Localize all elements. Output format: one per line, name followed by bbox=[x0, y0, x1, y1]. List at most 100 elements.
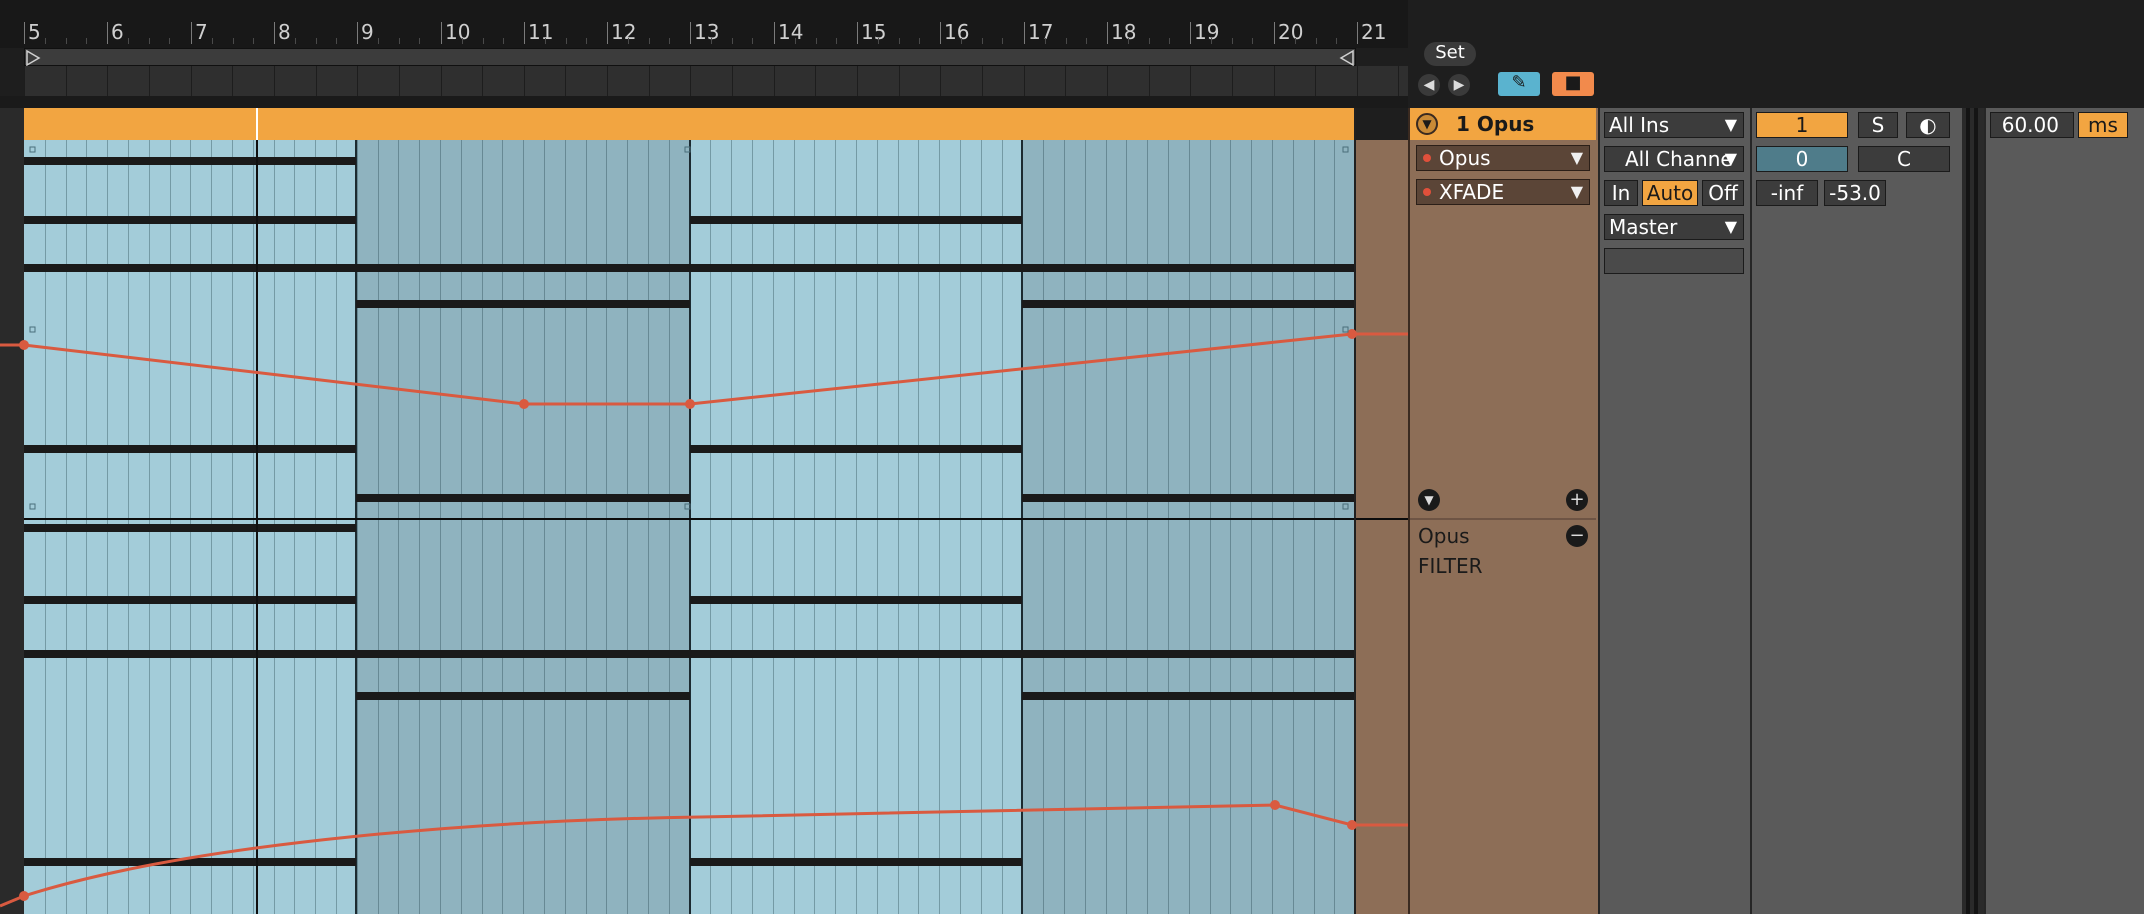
beat-tick bbox=[128, 38, 129, 44]
beat-gridline bbox=[939, 140, 940, 914]
midi-note[interactable] bbox=[1022, 264, 1356, 272]
playhead-line[interactable] bbox=[256, 108, 258, 914]
mixer-panel bbox=[1750, 108, 1962, 914]
playhead-marker[interactable] bbox=[256, 108, 258, 140]
track-fold-icon[interactable]: ▼ bbox=[1416, 113, 1438, 135]
scene-strip bbox=[24, 66, 1408, 96]
bar-number[interactable]: 5 bbox=[28, 20, 41, 44]
bar-number[interactable]: 17 bbox=[1028, 20, 1053, 44]
track-activator-button[interactable]: 1 bbox=[1756, 112, 1848, 138]
bar-number[interactable]: 11 bbox=[528, 20, 553, 44]
midi-note[interactable] bbox=[356, 300, 690, 308]
midi-note[interactable] bbox=[24, 264, 356, 272]
midi-note[interactable] bbox=[690, 216, 1022, 224]
clip-header[interactable] bbox=[24, 108, 1356, 140]
midi-note[interactable] bbox=[356, 692, 690, 700]
bar-number[interactable]: 7 bbox=[195, 20, 208, 44]
monitor-in-button[interactable]: In bbox=[1604, 180, 1638, 206]
midi-note[interactable] bbox=[690, 858, 1022, 866]
bar-number[interactable]: 19 bbox=[1194, 20, 1219, 44]
midi-note[interactable] bbox=[24, 858, 356, 866]
midi-note[interactable] bbox=[356, 494, 690, 502]
bar-tick bbox=[607, 22, 608, 44]
scene-cell-divider bbox=[857, 66, 858, 96]
lock-icon[interactable]: ■ bbox=[1552, 72, 1594, 96]
pencil-icon[interactable]: ✎ bbox=[1498, 72, 1540, 96]
midi-note[interactable] bbox=[1022, 692, 1356, 700]
arrangement-clip-area[interactable] bbox=[24, 140, 1408, 914]
midi-note[interactable] bbox=[24, 445, 356, 453]
monitor-auto-button[interactable]: Auto bbox=[1642, 180, 1698, 206]
beat-tick bbox=[503, 38, 504, 44]
track-delay-value: 60.00 bbox=[2001, 113, 2059, 137]
parameter-chooser[interactable]: XFADE ▼ bbox=[1416, 179, 1590, 205]
automation-lane-divider[interactable] bbox=[24, 518, 1408, 520]
solo-button[interactable]: S bbox=[1858, 112, 1898, 138]
loop-brace[interactable] bbox=[24, 48, 1356, 67]
bar-number[interactable]: 16 bbox=[944, 20, 969, 44]
lane-divider-panel bbox=[1410, 518, 1596, 520]
scene-cell-divider bbox=[732, 66, 733, 96]
beat-tick bbox=[1045, 38, 1046, 44]
beat-tick bbox=[316, 38, 317, 44]
show-lanes-icon[interactable]: ▼ bbox=[1418, 489, 1440, 511]
midi-note[interactable] bbox=[24, 650, 356, 658]
midi-note[interactable] bbox=[24, 596, 356, 604]
bar-number[interactable]: 20 bbox=[1278, 20, 1303, 44]
midi-note[interactable] bbox=[1022, 650, 1356, 658]
midi-note[interactable] bbox=[690, 264, 1022, 272]
set-button[interactable]: Set bbox=[1424, 42, 1476, 66]
beat-tick bbox=[233, 38, 234, 44]
track-title-bar[interactable]: ▼ 1 Opus bbox=[1410, 108, 1596, 140]
bar-number[interactable]: 12 bbox=[611, 20, 636, 44]
scene-cell-divider bbox=[1274, 66, 1275, 96]
bar-number[interactable]: 8 bbox=[278, 20, 291, 44]
bar-number[interactable]: 6 bbox=[111, 20, 124, 44]
bar-number[interactable]: 9 bbox=[361, 20, 374, 44]
record-dot-icon bbox=[1423, 188, 1431, 196]
midi-note[interactable] bbox=[690, 445, 1022, 453]
bar-number[interactable]: 15 bbox=[861, 20, 886, 44]
input-channel-chooser[interactable]: All Channe ▼ bbox=[1604, 146, 1744, 172]
track-name[interactable]: 1 Opus bbox=[1456, 112, 1534, 136]
bar-tick bbox=[357, 22, 358, 44]
midi-note[interactable] bbox=[690, 650, 1022, 658]
arrow-right-icon[interactable]: ▶ bbox=[1448, 74, 1470, 96]
arm-icon[interactable]: ◐ bbox=[1906, 112, 1950, 138]
midi-note[interactable] bbox=[690, 596, 1022, 604]
device-chooser[interactable]: Opus ▼ bbox=[1416, 145, 1590, 171]
scene-cell-divider bbox=[232, 66, 233, 96]
beat-gridline bbox=[898, 140, 899, 914]
remove-lane-icon[interactable]: − bbox=[1566, 525, 1588, 547]
midi-note[interactable] bbox=[356, 264, 690, 272]
input-type-chooser[interactable]: All Ins ▼ bbox=[1604, 112, 1744, 138]
midi-note[interactable] bbox=[24, 524, 356, 532]
midi-note[interactable] bbox=[356, 650, 690, 658]
scene-cell-divider bbox=[1357, 66, 1358, 96]
midi-note[interactable] bbox=[1022, 494, 1356, 502]
output-chooser[interactable]: Master ▼ bbox=[1604, 214, 1744, 240]
bar-number[interactable]: 18 bbox=[1111, 20, 1136, 44]
pan-field[interactable]: C bbox=[1858, 146, 1950, 172]
bar-number[interactable]: 21 bbox=[1361, 20, 1386, 44]
bar-number[interactable]: 10 bbox=[445, 20, 470, 44]
track-delay-unit-button[interactable]: ms bbox=[2078, 112, 2128, 138]
scene-cell-divider bbox=[1065, 66, 1066, 96]
track-delay-field[interactable]: 60.00 bbox=[1990, 112, 2074, 138]
output-sub-chooser[interactable] bbox=[1604, 248, 1744, 274]
add-lane-icon[interactable]: + bbox=[1566, 489, 1588, 511]
bar-number[interactable]: 14 bbox=[778, 20, 803, 44]
input-channel-label: All Channe bbox=[1625, 147, 1733, 171]
midi-note[interactable] bbox=[24, 216, 356, 224]
timeline-ruler[interactable]: 5 6 7 8 9 10 11 12 13 14 15 16 17 18 19 20 21 bbox=[0, 0, 1408, 48]
midi-note[interactable] bbox=[24, 157, 356, 165]
clip-end-line[interactable] bbox=[1354, 108, 1356, 914]
bar-number[interactable]: 13 bbox=[694, 20, 719, 44]
arrow-left-icon[interactable]: ◀ bbox=[1418, 74, 1440, 96]
midi-note[interactable] bbox=[1022, 300, 1356, 308]
volume-field[interactable]: 0 bbox=[1756, 146, 1848, 172]
scene-cell-divider bbox=[191, 66, 192, 96]
track-area-after-clip[interactable] bbox=[1356, 140, 1408, 914]
arrangement-scroll-strip[interactable] bbox=[0, 96, 1408, 108]
monitor-off-button[interactable]: Off bbox=[1702, 180, 1744, 206]
